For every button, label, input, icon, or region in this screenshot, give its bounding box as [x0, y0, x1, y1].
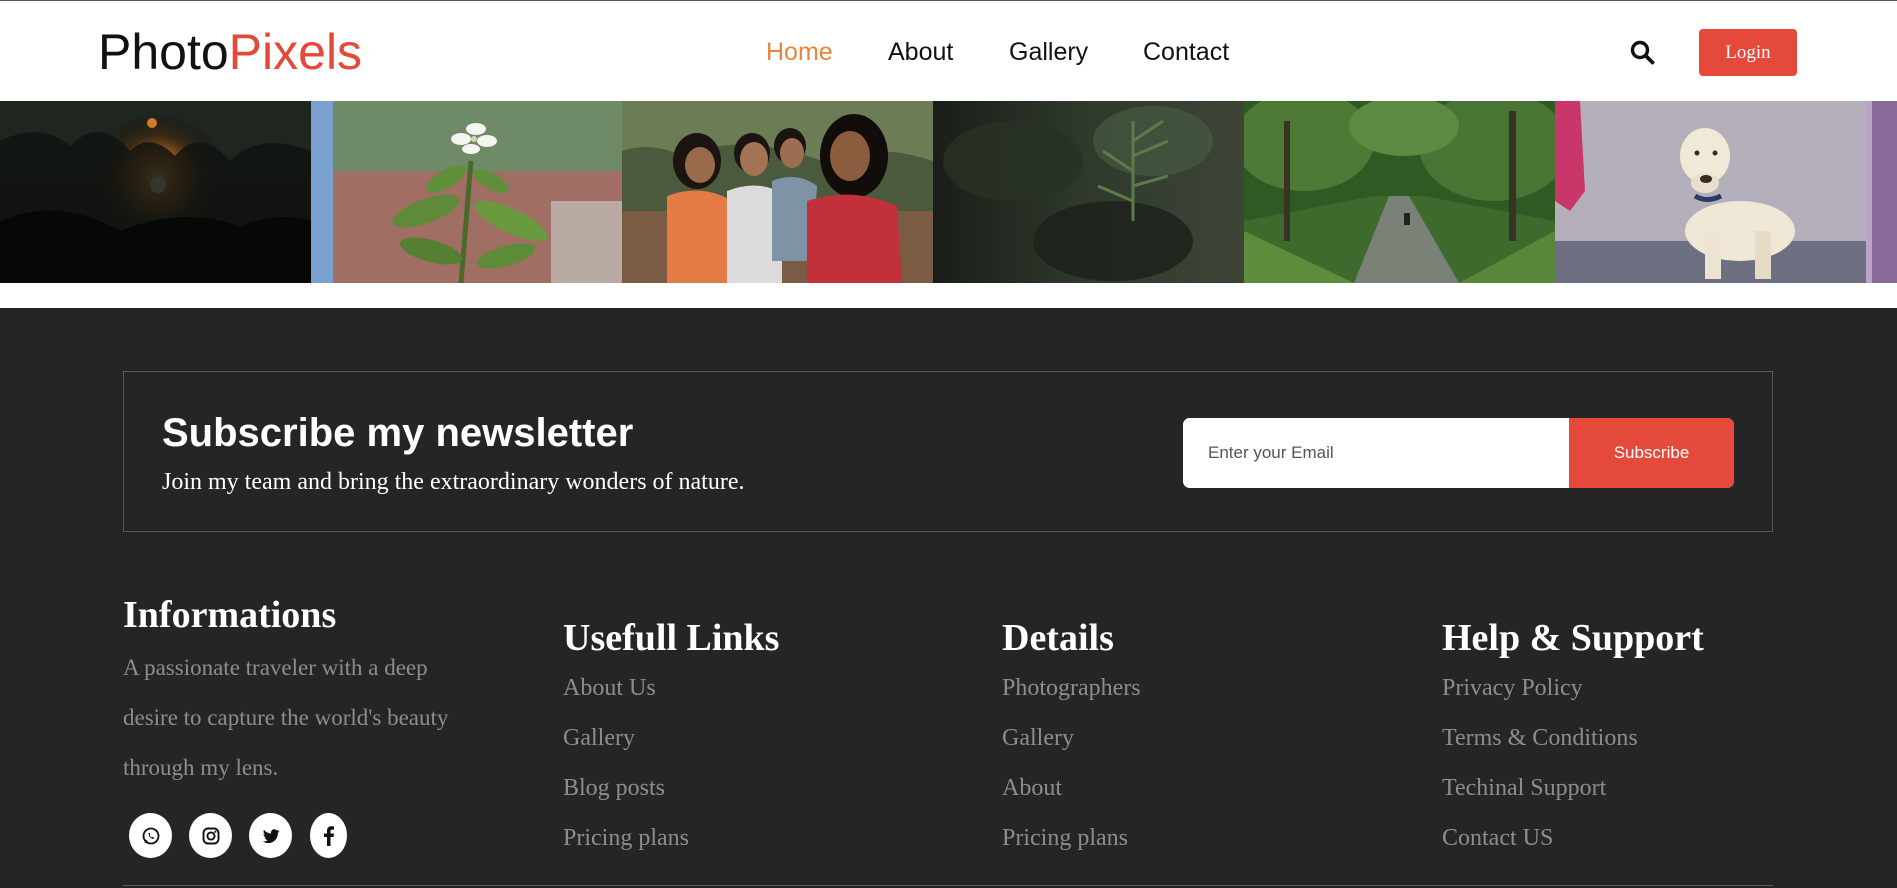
nav-contact-link[interactable]: Contact — [1143, 37, 1229, 67]
footer-divider — [123, 885, 1773, 886]
link-gallery[interactable]: Gallery — [563, 725, 635, 751]
link-details-pricing-plans[interactable]: Pricing plans — [1002, 825, 1128, 851]
logo-text-pixels: Pixels — [228, 24, 363, 80]
gallery-photo-forest-road[interactable] — [1244, 101, 1555, 283]
instagram-icon[interactable] — [189, 813, 232, 858]
email-input[interactable] — [1183, 418, 1569, 488]
nav-home-link[interactable]: Home — [766, 37, 833, 67]
site-footer: Subscribe my newsletter Join my team and… — [0, 308, 1897, 888]
link-details-about[interactable]: About — [1002, 775, 1062, 801]
link-privacy-policy[interactable]: Privacy Policy — [1442, 675, 1583, 701]
footer-col-help-support: Help & Support Privacy Policy Terms & Co… — [1442, 616, 1704, 863]
link-photographers[interactable]: Photographers — [1002, 675, 1141, 701]
newsletter-form: Subscribe — [1183, 418, 1734, 488]
gallery-photo-dog[interactable] — [1555, 101, 1866, 283]
newsletter-box: Subscribe my newsletter Join my team and… — [123, 371, 1773, 532]
nav-gallery-link[interactable]: Gallery — [1009, 37, 1088, 67]
photo-gallery-strip — [0, 101, 1897, 283]
useful-links-list: About Us Gallery Blog posts Pricing plan… — [563, 663, 779, 863]
newsletter-subtitle: Join my team and bring the extraordinary… — [162, 469, 745, 495]
footer-col-details: Details Photographers Gallery About Pric… — [1002, 616, 1141, 863]
twitter-icon[interactable] — [249, 813, 292, 858]
link-pricing-plans[interactable]: Pricing plans — [563, 825, 689, 851]
help-support-list: Privacy Policy Terms & Conditions Techin… — [1442, 663, 1704, 863]
help-support-title: Help & Support — [1442, 617, 1704, 659]
gallery-photo-children[interactable] — [622, 101, 933, 283]
link-terms-conditions[interactable]: Terms & Conditions — [1442, 725, 1638, 751]
footer-col-useful-links: Usefull Links About Us Gallery Blog post… — [563, 616, 779, 863]
link-blog-posts[interactable]: Blog posts — [563, 775, 665, 801]
facebook-icon[interactable] — [310, 813, 347, 858]
details-list: Photographers Gallery About Pricing plan… — [1002, 663, 1141, 863]
nav-about-link[interactable]: About — [888, 37, 953, 67]
login-button[interactable]: Login — [1699, 29, 1797, 76]
gallery-photo-sunset[interactable] — [0, 101, 311, 283]
link-details-gallery[interactable]: Gallery — [1002, 725, 1074, 751]
site-header: PhotoPixels Home About Gallery Contact L… — [0, 0, 1897, 101]
site-logo[interactable]: PhotoPixels — [98, 23, 362, 81]
gallery-photo-foliage[interactable] — [933, 101, 1244, 283]
link-about-us[interactable]: About Us — [563, 675, 656, 701]
whatsapp-icon[interactable] — [129, 813, 172, 858]
logo-text-photo: Photo — [98, 24, 229, 80]
footer-col-informations: Informations A passionate traveler with … — [123, 593, 463, 793]
informations-title: Informations — [123, 594, 337, 636]
search-icon[interactable] — [1629, 39, 1657, 67]
gallery-photo-flower[interactable] — [311, 101, 622, 283]
newsletter-title: Subscribe my newsletter — [162, 411, 634, 455]
informations-text: A passionate traveler with a deep desire… — [123, 655, 449, 780]
link-contact-us[interactable]: Contact US — [1442, 825, 1553, 851]
subscribe-button[interactable]: Subscribe — [1569, 418, 1734, 488]
gallery-photo-partial — [1866, 101, 1897, 283]
details-title: Details — [1002, 617, 1114, 659]
link-technical-support[interactable]: Techinal Support — [1442, 775, 1606, 801]
useful-links-title: Usefull Links — [563, 617, 780, 659]
